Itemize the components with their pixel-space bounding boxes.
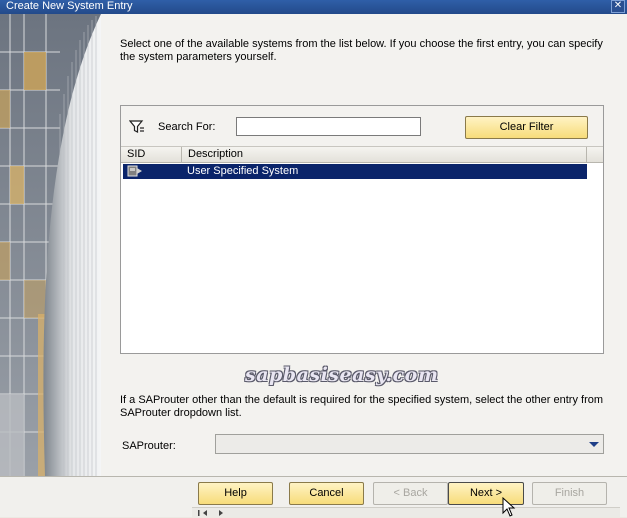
title-bar: Create New System Entry ✕ <box>0 0 627 14</box>
next-button-label: Next > <box>469 487 503 499</box>
dialog-title: Create New System Entry <box>6 0 133 12</box>
filter-row: Search For: Clear Filter <box>121 106 603 147</box>
help-button-label: Help <box>224 487 247 499</box>
chevron-down-icon[interactable] <box>586 436 602 452</box>
close-icon: ✕ <box>613 0 623 11</box>
wizard-content: Select one of the available systems from… <box>101 14 627 476</box>
finish-button-label: Finish <box>554 487 585 499</box>
back-button[interactable]: < Back <box>373 482 448 505</box>
wizard-footer: Help Cancel < Back Next > Finish <box>0 476 627 517</box>
cancel-button[interactable]: Cancel <box>289 482 364 505</box>
watermark-text: sapbasiseasy.com <box>245 364 439 386</box>
building-illustration <box>0 14 101 476</box>
finish-button[interactable]: Finish <box>532 482 607 505</box>
saprouter-dropdown[interactable] <box>215 434 604 454</box>
close-button[interactable]: ✕ <box>611 0 625 13</box>
saprouter-info-text: If a SAProuter other than the default is… <box>120 394 604 419</box>
intro-text: Select one of the available systems from… <box>120 38 603 63</box>
help-button[interactable]: Help <box>198 482 273 505</box>
cancel-button-label: Cancel <box>309 487 344 499</box>
column-header-sid[interactable]: SID <box>121 147 182 162</box>
system-list-panel: Search For: Clear Filter SID Description… <box>120 105 604 354</box>
search-label: Search For: <box>158 121 216 133</box>
horizontal-scrollbar[interactable] <box>192 507 620 517</box>
filter-funnel-icon[interactable] <box>129 120 145 134</box>
saprouter-label: SAProuter: <box>122 440 176 452</box>
system-computer-icon <box>127 165 142 177</box>
wizard-side-image <box>0 14 101 476</box>
table-header: SID Description <box>121 147 603 163</box>
back-button-label: < Back <box>393 487 428 499</box>
search-input[interactable] <box>236 117 421 136</box>
mouse-pointer-icon <box>502 497 516 517</box>
table-row[interactable]: User Specified System <box>123 164 587 179</box>
row-description: User Specified System <box>187 165 299 177</box>
clear-filter-button[interactable]: Clear Filter <box>465 116 588 139</box>
column-header-description[interactable]: Description <box>182 147 587 162</box>
create-system-entry-dialog: Create New System Entry ✕ Select one of … <box>0 0 627 517</box>
